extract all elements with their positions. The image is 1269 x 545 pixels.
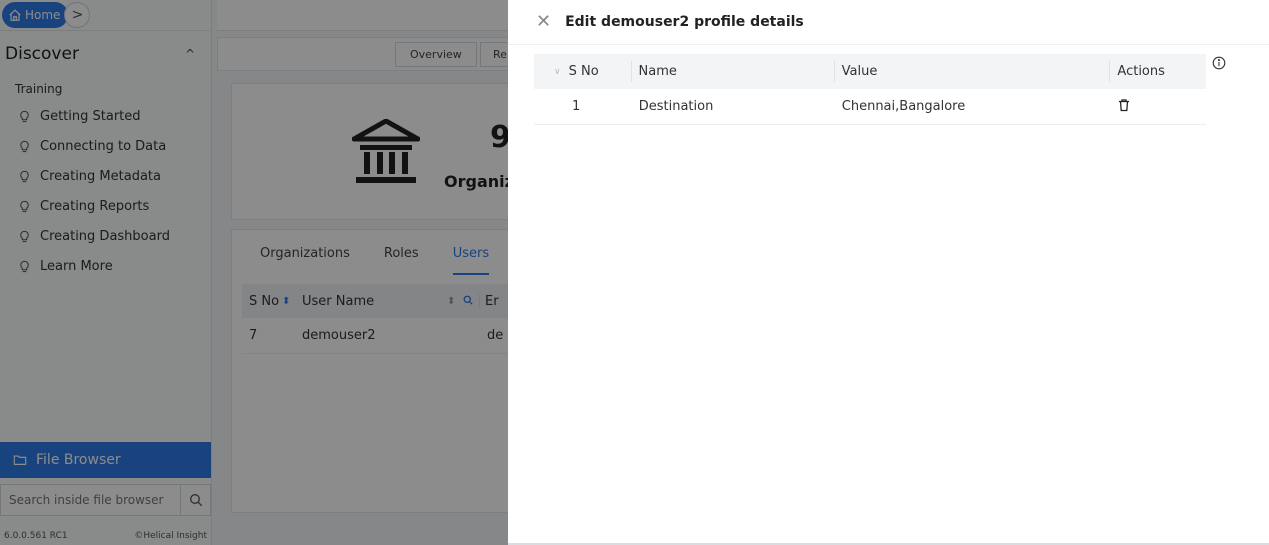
- delete-button[interactable]: [1110, 98, 1206, 116]
- close-icon[interactable]: ✕: [536, 13, 551, 31]
- drawer-header: ✕ Edit demouser2 profile details: [508, 0, 1269, 45]
- cell-sno: 1: [572, 99, 581, 114]
- edit-profile-drawer: ✕ Edit demouser2 profile details ∨ S No …: [508, 0, 1269, 545]
- profile-table-header: ∨ S No Name Value Actions: [534, 54, 1206, 89]
- table-row: 1 Destination Chennai,Bangalore: [534, 89, 1206, 125]
- column-header-actions: Actions: [1117, 64, 1165, 79]
- chevron-down-icon[interactable]: ∨: [534, 67, 569, 77]
- profile-details-table: ∨ S No Name Value Actions 1 Destination …: [534, 54, 1206, 125]
- info-icon[interactable]: [1212, 56, 1226, 70]
- column-header-name[interactable]: Name: [632, 64, 834, 79]
- trash-icon: [1119, 98, 1130, 111]
- column-header-value[interactable]: Value: [835, 64, 1110, 79]
- column-header-sno[interactable]: ∨ S No: [534, 64, 631, 79]
- cell-name[interactable]: Destination: [632, 99, 834, 114]
- column-header-sno-label: S No: [568, 64, 599, 79]
- drawer-title: Edit demouser2 profile details: [565, 14, 804, 30]
- cell-value[interactable]: Chennai,Bangalore: [835, 99, 1110, 114]
- modal-overlay[interactable]: [0, 0, 508, 545]
